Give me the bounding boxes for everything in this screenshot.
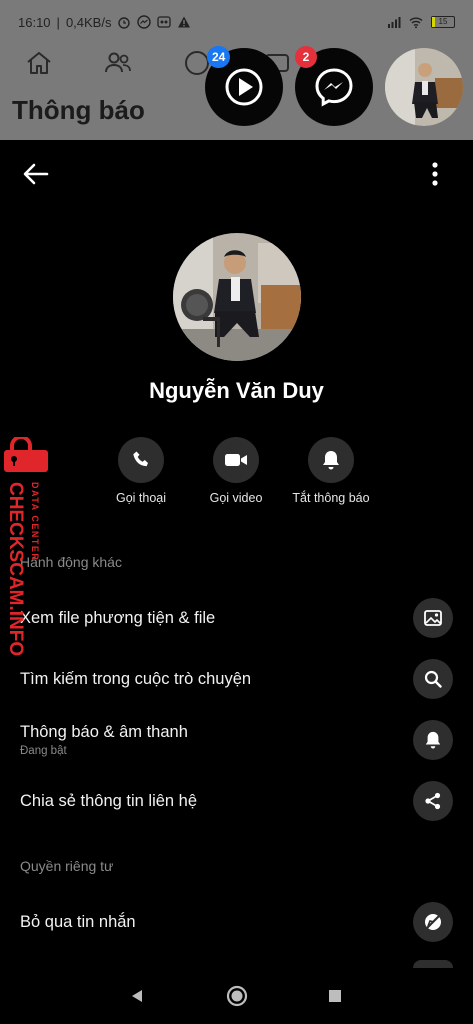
signal-icon [388, 17, 401, 28]
messenger-status-icon [137, 15, 152, 29]
battery-level: 15 [438, 17, 448, 26]
square-recents-icon [329, 990, 341, 1002]
alarm-icon [118, 17, 131, 29]
status-time: 16:10 [18, 14, 51, 30]
circle-home-icon [226, 985, 248, 1007]
wifi-icon [409, 17, 423, 29]
warning-icon [178, 16, 191, 28]
image-icon [424, 610, 442, 626]
triangle-back-icon [132, 990, 142, 1002]
bell-icon [425, 731, 441, 749]
view-media-button[interactable] [413, 598, 453, 638]
row-notifications-status: Đang bật [20, 745, 67, 757]
voice-call-button[interactable] [118, 437, 164, 483]
section-other-actions: Hành động khác [20, 554, 122, 570]
row-share-contact-label: Chia sẻ thông tin liên hệ [20, 792, 198, 810]
notifications-sounds-button[interactable] [413, 720, 453, 760]
messenger-notification-badge: 2 [295, 46, 317, 68]
background-page-title: Thông báo [12, 95, 145, 125]
messenger-icon [315, 68, 353, 107]
status-net-speed: 0,4KB/s [65, 14, 112, 30]
section-privacy: Quyền riêng tư [20, 858, 114, 874]
contact-info-sheet: Nguyễn Văn Duy Gọi thoại Gọi video Tắt t… [0, 140, 473, 968]
mute-action[interactable]: Tắt thông báo [276, 437, 386, 505]
profile-name: Nguyễn Văn Duy [149, 378, 324, 403]
home-icon [27, 52, 51, 74]
share-contact-button[interactable] [413, 781, 453, 821]
contact-chat-head[interactable] [385, 48, 463, 126]
nav-home-button[interactable] [223, 982, 251, 1010]
row-notifications-sounds[interactable]: Thông báo & âm thanh Đang bật [0, 712, 473, 768]
friends-icon [105, 52, 131, 73]
ignore-messages-button[interactable] [413, 902, 453, 942]
nav-back-button[interactable] [123, 982, 151, 1010]
more-vertical-icon [432, 162, 438, 186]
row-ignore-messages-label: Bỏ qua tin nhắn [20, 913, 136, 931]
phone-icon [133, 451, 148, 467]
bell-icon [323, 451, 339, 470]
voice-call-label: Gọi thoại [115, 491, 167, 505]
mute-label: Tắt thông báo [292, 491, 370, 505]
ignore-icon [425, 914, 441, 930]
share-icon [425, 792, 441, 810]
row-view-media[interactable]: Xem file phương tiện & file [0, 590, 473, 646]
row-search-conversation-label: Tìm kiếm trong cuộc trò chuyện [20, 670, 252, 688]
video-call-label: Gọi video [209, 491, 263, 505]
android-navigation-bar [0, 968, 473, 1024]
next-row-button-partial [413, 960, 453, 968]
row-view-media-label: Xem file phương tiện & file [20, 609, 216, 627]
row-notifications-label: Thông báo & âm thanh [20, 723, 188, 741]
arrow-left-icon [23, 163, 49, 185]
mute-button[interactable] [308, 437, 354, 483]
nav-recents-button[interactable] [321, 982, 349, 1010]
video-call-action[interactable]: Gọi video [181, 437, 291, 505]
messenger-chat-head[interactable]: 2 [295, 46, 373, 126]
back-button[interactable] [20, 158, 52, 190]
video-camera-icon [225, 454, 247, 466]
row-share-contact[interactable]: Chia sẻ thông tin liên hệ [0, 773, 473, 829]
more-options-button[interactable] [425, 158, 445, 190]
profile-photo[interactable] [173, 233, 301, 361]
search-conversation-button[interactable] [413, 659, 453, 699]
battery-icon: 15 [431, 16, 455, 28]
video-notification-badge: 24 [207, 46, 231, 68]
search-icon [424, 670, 442, 688]
row-ignore-messages[interactable]: Bỏ qua tin nhắn [0, 894, 473, 950]
momo-icon [157, 16, 172, 28]
contact-avatar [385, 48, 463, 126]
status-bar: 16:10 | 0,4KB/s 15 [0, 0, 473, 44]
video-call-button[interactable] [213, 437, 259, 483]
row-search-conversation[interactable]: Tìm kiếm trong cuộc trò chuyện [0, 651, 473, 707]
profile-avatar-image [173, 233, 301, 361]
voice-call-action[interactable]: Gọi thoại [86, 437, 196, 505]
video-chat-head[interactable]: 24 [205, 46, 283, 126]
play-icon [225, 68, 263, 106]
